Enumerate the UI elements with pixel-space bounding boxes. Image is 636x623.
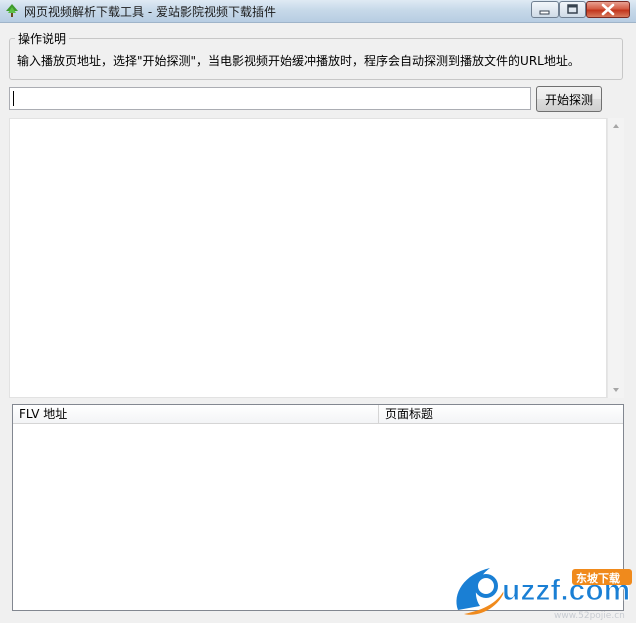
window-title: 网页视频解析下载工具 - 爱站影院视频下载插件 xyxy=(24,5,276,19)
maximize-button[interactable] xyxy=(559,1,586,18)
detection-log-area[interactable] xyxy=(9,118,607,398)
minimize-icon xyxy=(539,10,550,15)
minimize-button[interactable] xyxy=(531,1,559,18)
svg-text:www.52pojie.cn: www.52pojie.cn xyxy=(554,611,625,621)
text-caret xyxy=(13,91,14,106)
instructions-legend: 操作说明 xyxy=(15,30,70,47)
log-vertical-scrollbar[interactable] xyxy=(607,118,624,398)
title-bar[interactable]: 网页视频解析下载工具 - 爱站影院视频下载插件 xyxy=(0,0,636,23)
scroll-down-arrow-icon[interactable] xyxy=(608,381,624,398)
instructions-text: 输入播放页地址，选择"开始探测"，当电影视频开始缓冲播放时，程序会自动探测到播放… xyxy=(17,54,580,68)
column-header-flv-address[interactable]: FLV 地址 xyxy=(13,405,379,423)
green-tree-icon xyxy=(6,4,18,17)
scroll-up-arrow-icon[interactable] xyxy=(608,118,624,135)
close-button[interactable] xyxy=(586,1,630,18)
start-detect-button[interactable]: 开始探测 xyxy=(536,86,602,112)
close-icon xyxy=(601,3,615,16)
url-input[interactable] xyxy=(9,87,531,110)
svg-text:东坡下载: 东坡下载 xyxy=(576,571,620,585)
uzzf-watermark-logo: uzzf.com 东坡下载 www.52pojie.cn xyxy=(456,568,632,621)
maximize-icon xyxy=(567,4,578,14)
column-header-page-title[interactable]: 页面标题 xyxy=(379,405,623,423)
list-header: FLV 地址 页面标题 xyxy=(13,405,623,424)
